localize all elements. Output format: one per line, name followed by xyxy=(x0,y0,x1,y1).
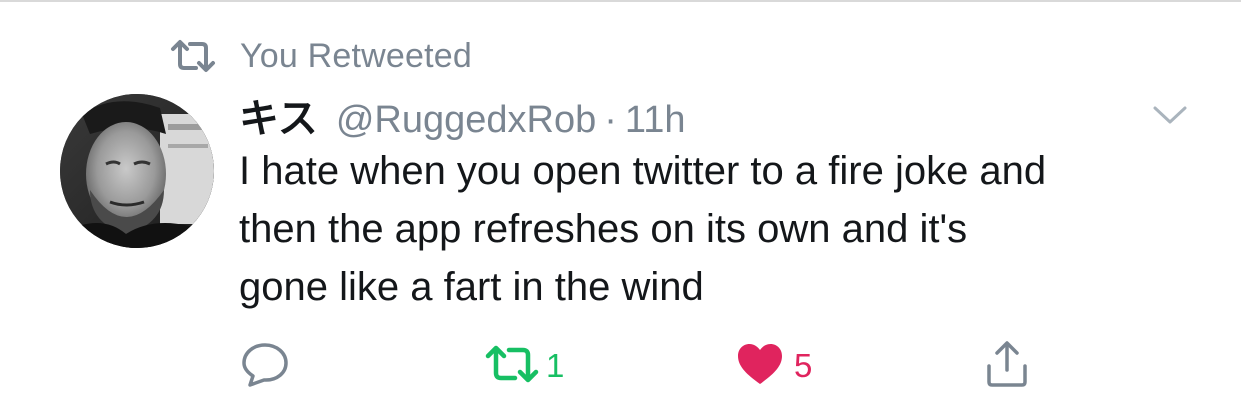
retweet-context: You Retweeted xyxy=(170,36,472,76)
timestamp[interactable]: 11h xyxy=(625,99,686,142)
display-name[interactable]: キス xyxy=(239,86,318,144)
tweet-actions: 1 5 xyxy=(0,340,1241,392)
tweet-text-line: gone like a fart in the wind xyxy=(239,265,704,309)
chevron-down-icon[interactable] xyxy=(1152,104,1188,126)
tweet-text: I hate when you open twitter to a fire j… xyxy=(239,142,1219,316)
separator-dot: · xyxy=(604,99,617,141)
tweet-header: キス @RuggedxRob · 11h xyxy=(239,86,685,142)
like-button[interactable]: 5 xyxy=(736,340,812,392)
retweet-button[interactable]: 1 xyxy=(484,340,564,392)
tweet-text-line: then the app refreshes on its own and it… xyxy=(239,207,968,251)
share-button[interactable] xyxy=(983,340,1031,392)
retweet-count: 1 xyxy=(546,347,565,384)
tweet-card[interactable]: You Retweeted キス @RuggedxRob · 11h I hat… xyxy=(0,0,1241,413)
tweet-text-line: I hate when you open twitter to a fire j… xyxy=(239,149,1047,193)
heart-icon xyxy=(736,342,784,391)
retweet-context-label: You Retweeted xyxy=(240,36,472,75)
reply-button[interactable] xyxy=(240,340,290,392)
reply-icon xyxy=(240,341,290,392)
like-count: 5 xyxy=(794,347,813,384)
user-handle[interactable]: @RuggedxRob xyxy=(336,99,596,142)
share-icon xyxy=(983,340,1031,393)
avatar[interactable] xyxy=(60,94,214,248)
retweet-icon xyxy=(170,39,216,73)
retweet-icon xyxy=(484,344,540,389)
